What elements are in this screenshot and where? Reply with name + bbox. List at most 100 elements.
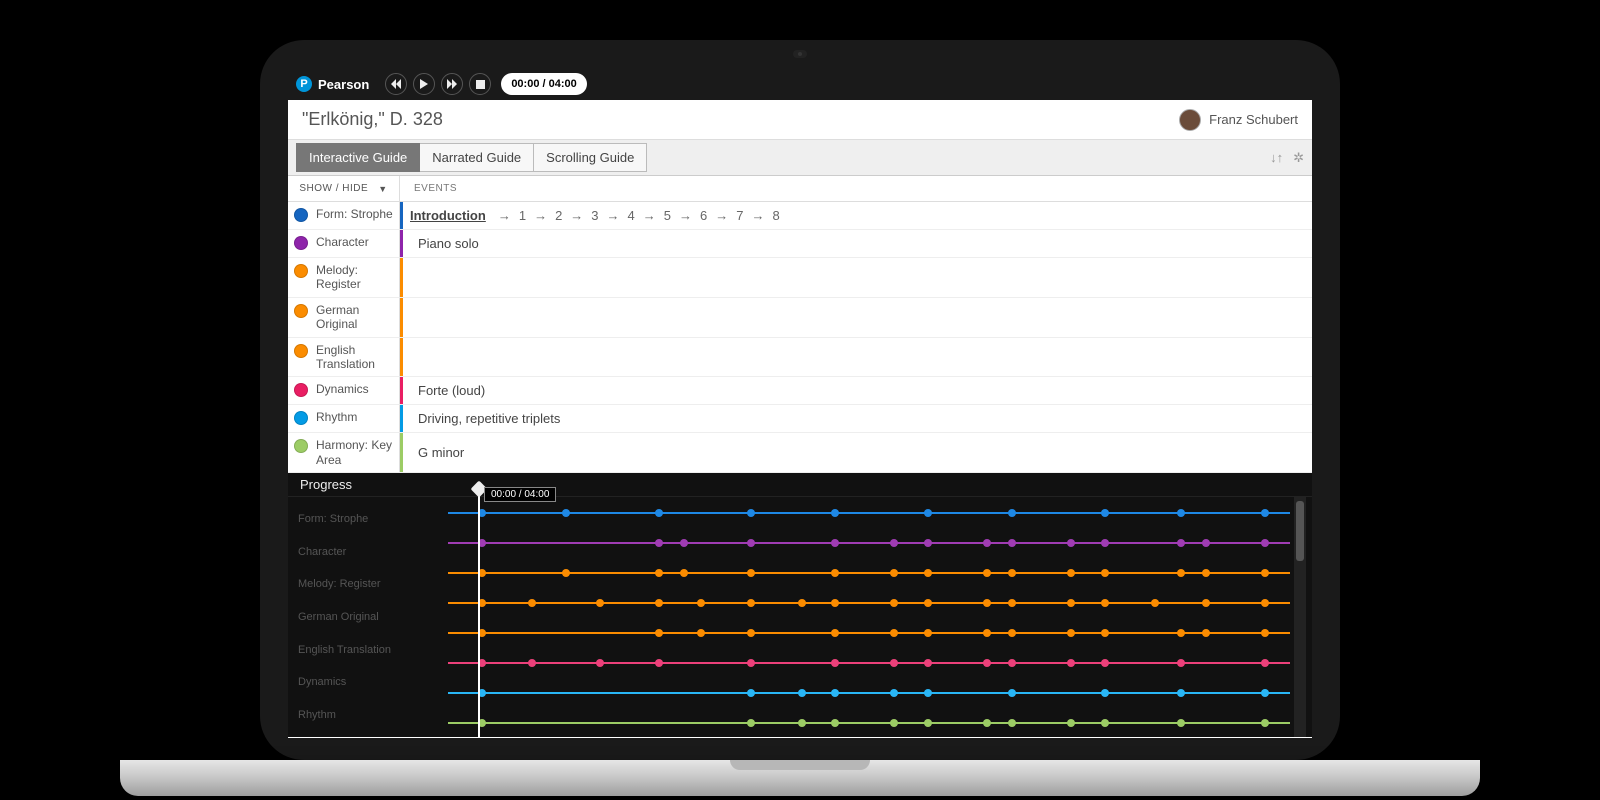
timeline-event[interactable] bbox=[680, 539, 688, 547]
timeline-event[interactable] bbox=[983, 539, 991, 547]
timeline-event[interactable] bbox=[831, 539, 839, 547]
timeline-event[interactable] bbox=[1067, 569, 1075, 577]
timeline-event[interactable] bbox=[1261, 599, 1269, 607]
rewind-button[interactable] bbox=[385, 73, 407, 95]
sort-icon[interactable]: ↓↑ bbox=[1270, 150, 1283, 166]
timeline-event[interactable] bbox=[831, 689, 839, 697]
tab-narrated-guide[interactable]: Narrated Guide bbox=[420, 143, 534, 172]
tab-interactive-guide[interactable]: Interactive Guide bbox=[296, 143, 420, 172]
timeline-event[interactable] bbox=[831, 599, 839, 607]
timeline-event[interactable] bbox=[890, 569, 898, 577]
timeline-event[interactable] bbox=[1177, 659, 1185, 667]
timeline-event[interactable] bbox=[924, 719, 932, 727]
timeline-event[interactable] bbox=[1177, 629, 1185, 637]
timeline-event[interactable] bbox=[680, 569, 688, 577]
timeline-event[interactable] bbox=[924, 689, 932, 697]
row-label[interactable]: Harmony: Key Area bbox=[288, 433, 400, 472]
timeline[interactable]: 00:00 / 04:00 bbox=[448, 497, 1290, 737]
timeline-event[interactable] bbox=[983, 719, 991, 727]
timeline-event[interactable] bbox=[798, 599, 806, 607]
intro-step[interactable]: 5 bbox=[664, 208, 671, 223]
tab-scrolling-guide[interactable]: Scrolling Guide bbox=[534, 143, 647, 172]
timeline-event[interactable] bbox=[747, 599, 755, 607]
timeline-event[interactable] bbox=[1101, 659, 1109, 667]
row-label[interactable]: Form: Strophe bbox=[288, 202, 400, 229]
timeline-event[interactable] bbox=[983, 659, 991, 667]
timeline-event[interactable] bbox=[1067, 599, 1075, 607]
timeline-event[interactable] bbox=[1101, 689, 1109, 697]
timeline-event[interactable] bbox=[1177, 539, 1185, 547]
timeline-event[interactable] bbox=[1261, 629, 1269, 637]
timeline-event[interactable] bbox=[1101, 599, 1109, 607]
timeline-event[interactable] bbox=[831, 719, 839, 727]
timeline-event[interactable] bbox=[655, 509, 663, 517]
timeline-event[interactable] bbox=[747, 659, 755, 667]
timeline-event[interactable] bbox=[528, 659, 536, 667]
timeline-event[interactable] bbox=[1008, 629, 1016, 637]
gear-icon[interactable]: ✲ bbox=[1293, 150, 1304, 166]
timeline-event[interactable] bbox=[747, 689, 755, 697]
timeline-event[interactable] bbox=[798, 689, 806, 697]
timeline-event[interactable] bbox=[890, 629, 898, 637]
timeline-event[interactable] bbox=[798, 719, 806, 727]
stop-button[interactable] bbox=[469, 73, 491, 95]
intro-step[interactable]: 6 bbox=[700, 208, 707, 223]
timeline-event[interactable] bbox=[596, 599, 604, 607]
timeline-event[interactable] bbox=[1261, 539, 1269, 547]
timeline-event[interactable] bbox=[1101, 629, 1109, 637]
timeline-event[interactable] bbox=[983, 629, 991, 637]
timeline-event[interactable] bbox=[655, 659, 663, 667]
timeline-event[interactable] bbox=[1101, 539, 1109, 547]
timeline-event[interactable] bbox=[1177, 689, 1185, 697]
forward-button[interactable] bbox=[441, 73, 463, 95]
timeline-event[interactable] bbox=[1008, 509, 1016, 517]
timeline-event[interactable] bbox=[1177, 509, 1185, 517]
timeline-event[interactable] bbox=[924, 629, 932, 637]
timeline-event[interactable] bbox=[697, 599, 705, 607]
intro-step[interactable]: 7 bbox=[736, 208, 743, 223]
timeline-event[interactable] bbox=[1067, 659, 1075, 667]
timeline-event[interactable] bbox=[655, 539, 663, 547]
intro-label[interactable]: Introduction bbox=[410, 208, 486, 223]
timeline-event[interactable] bbox=[1008, 719, 1016, 727]
timeline-event[interactable] bbox=[890, 599, 898, 607]
timeline-event[interactable] bbox=[831, 659, 839, 667]
row-label[interactable]: English Translation bbox=[288, 338, 400, 377]
row-label[interactable]: Dynamics bbox=[288, 377, 400, 404]
timeline-event[interactable] bbox=[1101, 719, 1109, 727]
play-button[interactable] bbox=[413, 73, 435, 95]
timeline-event[interactable] bbox=[1101, 569, 1109, 577]
timeline-event[interactable] bbox=[1261, 719, 1269, 727]
timeline-event[interactable] bbox=[1008, 539, 1016, 547]
showhide-dropdown[interactable]: SHOW / HIDE ▼ bbox=[288, 176, 400, 201]
timeline-event[interactable] bbox=[1151, 599, 1159, 607]
timeline-event[interactable] bbox=[747, 539, 755, 547]
timeline-event[interactable] bbox=[1202, 629, 1210, 637]
intro-step[interactable]: 4 bbox=[628, 208, 635, 223]
timeline-event[interactable] bbox=[562, 509, 570, 517]
timeline-event[interactable] bbox=[528, 599, 536, 607]
timeline-event[interactable] bbox=[1202, 599, 1210, 607]
timeline-event[interactable] bbox=[1008, 659, 1016, 667]
timeline-event[interactable] bbox=[983, 569, 991, 577]
intro-step[interactable]: 2 bbox=[555, 208, 562, 223]
timeline-event[interactable] bbox=[983, 599, 991, 607]
timeline-event[interactable] bbox=[1177, 719, 1185, 727]
intro-step[interactable]: 3 bbox=[591, 208, 598, 223]
timeline-event[interactable] bbox=[697, 629, 705, 637]
timeline-event[interactable] bbox=[1261, 509, 1269, 517]
scrollbar-vertical[interactable] bbox=[1294, 497, 1306, 737]
timeline-event[interactable] bbox=[1067, 719, 1075, 727]
timeline-event[interactable] bbox=[831, 509, 839, 517]
intro-step[interactable]: 1 bbox=[519, 208, 526, 223]
timeline-event[interactable] bbox=[562, 569, 570, 577]
row-label[interactable]: Character bbox=[288, 230, 400, 257]
timeline-event[interactable] bbox=[1177, 569, 1185, 577]
timeline-event[interactable] bbox=[924, 659, 932, 667]
timeline-event[interactable] bbox=[655, 569, 663, 577]
timeline-event[interactable] bbox=[890, 539, 898, 547]
timeline-event[interactable] bbox=[655, 629, 663, 637]
timeline-event[interactable] bbox=[1008, 689, 1016, 697]
timeline-event[interactable] bbox=[831, 569, 839, 577]
timeline-event[interactable] bbox=[596, 659, 604, 667]
